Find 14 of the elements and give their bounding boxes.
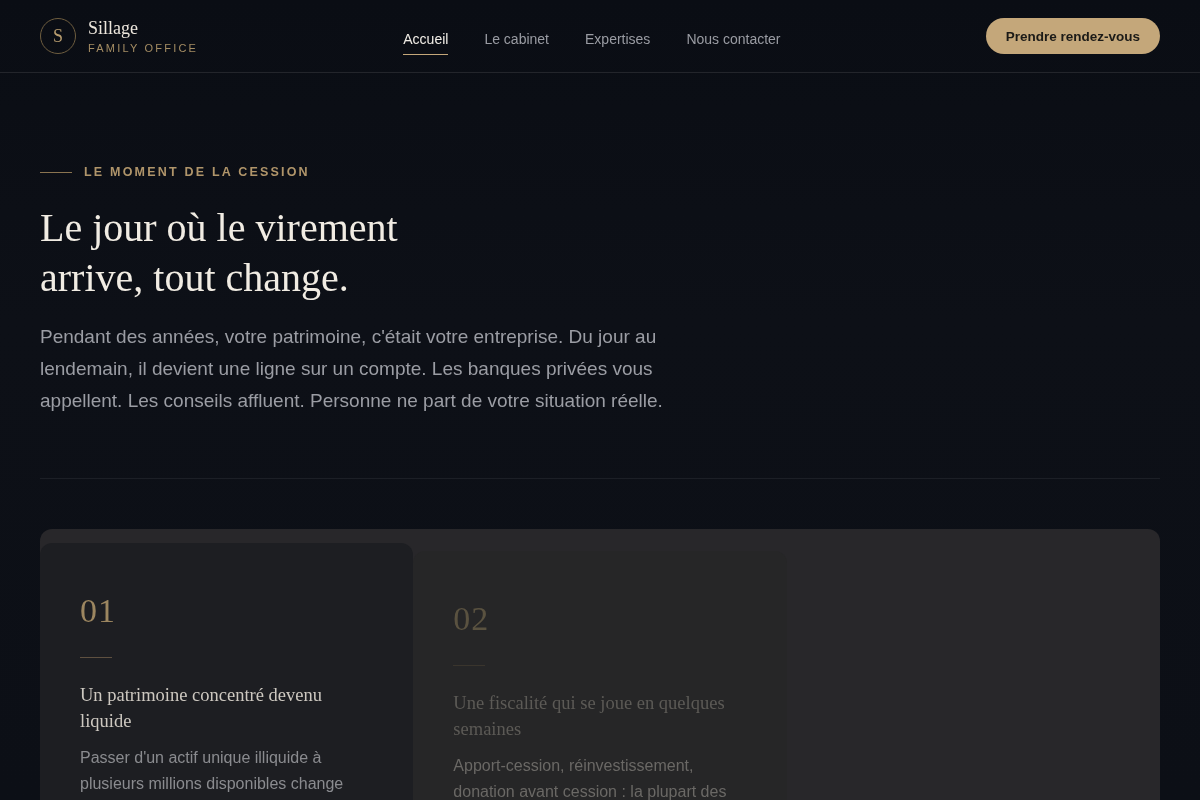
section-eyebrow: LE MOMENT DE LA CESSION bbox=[84, 164, 310, 180]
nav-link[interactable]: Accueil bbox=[403, 23, 449, 55]
card-title: Un patrimoine concentré devenu liquide bbox=[80, 684, 323, 733]
brand-name: Sillage bbox=[88, 17, 139, 39]
appointment-button[interactable]: Prendre rendez-vous bbox=[985, 18, 1160, 54]
card-number: 01 bbox=[80, 593, 117, 629]
card-description: Apport-cession, réinvestissement, donation avant cession : la plupart des bbox=[453, 756, 728, 800]
hero-heading: Le jour où le virement arrive, tout change. bbox=[40, 204, 399, 302]
card-description: Passer d'un actif unique illiquide à plusieurs millions disponibles change bbox=[80, 748, 345, 794]
nav-link[interactable]: Expertises bbox=[585, 23, 651, 55]
hero-paragraph: Pendant des années, votre patrimoine, c'était votre entreprise. Du jour au lendemain, il devient une ligne sur un compte. Les banques privées vous appellent. Les conseils affluent. Personne ne part de votre situation réelle. bbox=[40, 325, 664, 413]
brand-tagline: FAMILY OFFICE bbox=[88, 41, 199, 55]
nav-link[interactable]: Le cabinet bbox=[484, 23, 549, 55]
nav-link[interactable]: Nous contacter bbox=[686, 23, 781, 55]
